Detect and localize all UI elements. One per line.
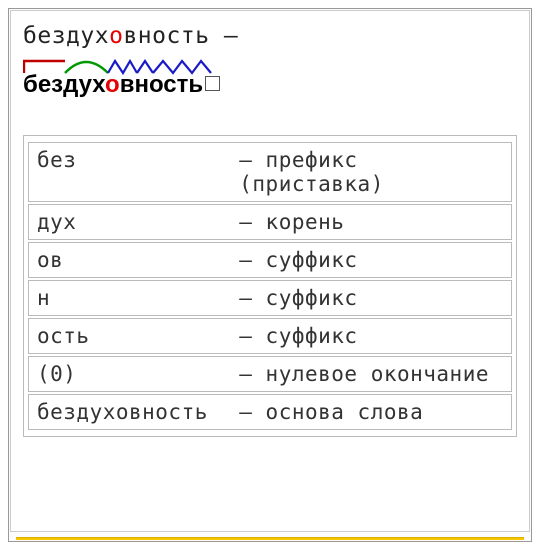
table-row: н — суффикс — [28, 280, 512, 316]
table-row: ов — суффикс — [28, 242, 512, 278]
desc-cell: — суффикс — [231, 242, 512, 278]
morph-cell: без — [28, 142, 231, 202]
table-row: бездуховность — основа слова — [28, 394, 512, 430]
morph-cell: дух — [28, 204, 231, 240]
morpheme-diagram: бездуховность — [23, 71, 220, 99]
morpheme-table: без — префикс (приставка) дух — корень о… — [28, 140, 512, 432]
desc-cell: — суффикс — [231, 318, 512, 354]
table-row: без — префикс (приставка) — [28, 142, 512, 202]
headline-post: вность — [123, 23, 209, 49]
desc-cell: — корень — [231, 204, 512, 240]
table-row: (0) — нулевое окончание — [28, 356, 512, 392]
headline-highlight: о — [109, 23, 123, 49]
desc-cell: — суффикс — [231, 280, 512, 316]
morph-cell: ость — [28, 318, 231, 354]
desc-cell: — префикс (приставка) — [231, 142, 512, 202]
word-pre: бездух — [23, 71, 105, 98]
outer-panel: бездуховность — бездуховность — [8, 8, 532, 542]
inner-panel: бездуховность — бездуховность — [10, 10, 530, 532]
morph-cell: н — [28, 280, 231, 316]
headline-pre: бездух — [23, 23, 109, 49]
morpheme-table-wrap: без — префикс (приставка) дух — корень о… — [23, 135, 517, 437]
desc-cell: — основа слова — [231, 394, 512, 430]
desc-cell: — нулевое окончание — [231, 356, 512, 392]
headline: бездуховность — — [23, 23, 517, 49]
null-ending-box-icon — [205, 76, 220, 91]
morph-cell: ов — [28, 242, 231, 278]
diagram-word: бездуховность — [23, 71, 203, 98]
word-highlight: о — [105, 71, 120, 98]
morph-cell: бездуховность — [28, 394, 231, 430]
bottom-accent-bar — [16, 537, 524, 540]
table-row: ость — суффикс — [28, 318, 512, 354]
word-post: вность — [120, 71, 203, 98]
morph-cell: (0) — [28, 356, 231, 392]
headline-dash: — — [210, 23, 239, 49]
table-row: дух — корень — [28, 204, 512, 240]
